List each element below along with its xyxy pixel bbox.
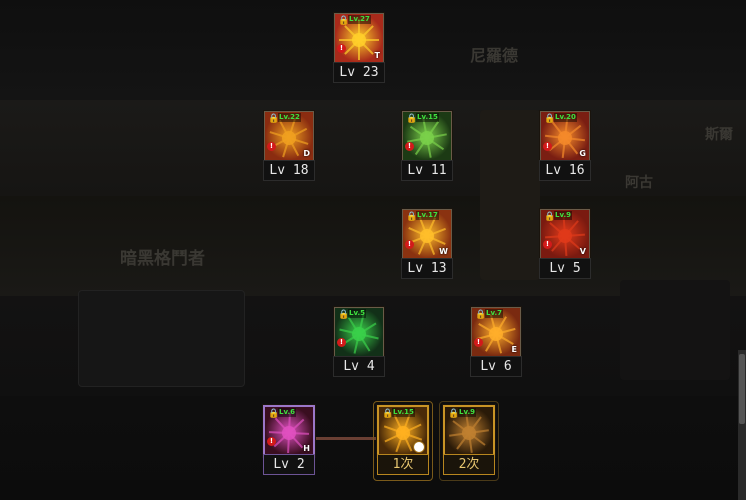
required-level-tag: Lv.7 [485, 309, 503, 318]
background-text: 暗黑格鬥者 [120, 249, 205, 269]
skill-icon[interactable]: 🔒 Lv.7! E [471, 307, 521, 357]
skill-slot-lv11[interactable]: 🔒 Lv.15! Lv 11 [401, 111, 453, 181]
skill-level-label: Lv 5 [539, 258, 591, 279]
required-level-tag: Lv.20 [554, 113, 577, 122]
required-level-tag: Lv.27 [348, 15, 371, 24]
required-level-tag: Lv.15 [416, 113, 439, 122]
skill-slot-lv2[interactable]: 🔒 Lv.6! H Lv 2 [263, 405, 315, 475]
skill-level-label: Lv 2 [263, 454, 315, 475]
skill-icon[interactable]: 🔒 Lv.5! [334, 307, 384, 357]
required-level-tag: Lv.22 [278, 113, 301, 122]
skill-icon[interactable]: 🔒 Lv.15! [402, 111, 452, 161]
warning-icon: ! [337, 44, 346, 53]
skill-slot-lv6[interactable]: 🔒 Lv.7! E Lv 6 [470, 307, 522, 377]
required-level-tag: Lv.15 [392, 408, 415, 417]
skill-level-label: Lv 6 [470, 356, 522, 377]
skill-slot-lv13[interactable]: 🔒 Lv.17! W Lv 13 [401, 209, 453, 279]
background-text: 尼羅德 [470, 46, 519, 65]
skill-icon[interactable]: 🔒 Lv.9 [443, 405, 495, 457]
background-text: 斯爾 [705, 127, 733, 143]
skill-icon[interactable]: 🔒 Lv.22! D [264, 111, 314, 161]
skill-icon[interactable]: 🔒 Lv.20! G [540, 111, 590, 161]
required-level-tag: Lv.17 [416, 211, 439, 220]
background-text: 阿古 [625, 175, 653, 191]
skill-icon[interactable]: 🔒 Lv.9! V [540, 209, 590, 259]
required-level-tag: Lv.9 [458, 408, 476, 417]
skill-slot-lv4[interactable]: 🔒 Lv.5! Lv 4 [333, 307, 385, 377]
warning-icon: ! [267, 142, 276, 151]
skill-slot-first[interactable]: 🔒 Lv.15 1次 [377, 405, 429, 475]
hotkey-letter: H [303, 444, 310, 453]
skill-level-label: Lv 11 [401, 160, 453, 181]
hotkey-letter: T [374, 51, 380, 60]
required-level-tag: Lv.6 [278, 408, 296, 417]
required-level-tag: Lv.5 [348, 309, 366, 318]
warning-icon: ! [543, 142, 552, 151]
skill-slot-lv5[interactable]: 🔒 Lv.9! V Lv 5 [539, 209, 591, 279]
skill-level-label: 1次 [377, 454, 429, 475]
skill-level-label: Lv 4 [333, 356, 385, 377]
skill-slot-second[interactable]: 🔒 Lv.9 2次 [443, 405, 495, 475]
warning-icon: ! [474, 338, 483, 347]
hotkey-letter: W [439, 247, 448, 256]
skill-level-label: 2次 [443, 454, 495, 475]
warning-icon: ! [405, 240, 414, 249]
skill-slot-lv23[interactable]: 🔒 Lv.27! T Lv 23 [333, 13, 385, 83]
skill-slot-lv18[interactable]: 🔒 Lv.22! D Lv 18 [263, 111, 315, 181]
skill-icon[interactable]: 🔒 Lv.15 [377, 405, 429, 457]
skill-icon[interactable]: 🔒 Lv.17! W [402, 209, 452, 259]
skill-level-label: Lv 16 [539, 160, 591, 181]
warning-icon: ! [267, 437, 276, 446]
skill-level-label: Lv 18 [263, 160, 315, 181]
scrollbar[interactable] [738, 350, 746, 500]
background-chest-shape [78, 290, 245, 387]
background-figure-shape [620, 280, 730, 380]
warning-icon: ! [337, 338, 346, 347]
skill-connector-line [313, 437, 377, 440]
warning-icon: ! [543, 240, 552, 249]
skill-level-label: Lv 13 [401, 258, 453, 279]
cooldown-clock-icon [413, 441, 425, 453]
hotkey-letter: G [579, 149, 586, 158]
hotkey-letter: D [303, 149, 310, 158]
required-level-tag: Lv.9 [554, 211, 572, 220]
skill-icon[interactable]: 🔒 Lv.27! T [334, 13, 384, 63]
skill-slot-lv16[interactable]: 🔒 Lv.20! G Lv 16 [539, 111, 591, 181]
skill-icon[interactable]: 🔒 Lv.6! H [263, 405, 315, 457]
scrollbar-thumb[interactable] [739, 354, 745, 424]
hotkey-letter: E [511, 345, 517, 354]
hotkey-letter: V [579, 247, 586, 256]
skill-level-label: Lv 23 [333, 62, 385, 83]
warning-icon: ! [405, 142, 414, 151]
background-figure-shape [480, 110, 540, 280]
